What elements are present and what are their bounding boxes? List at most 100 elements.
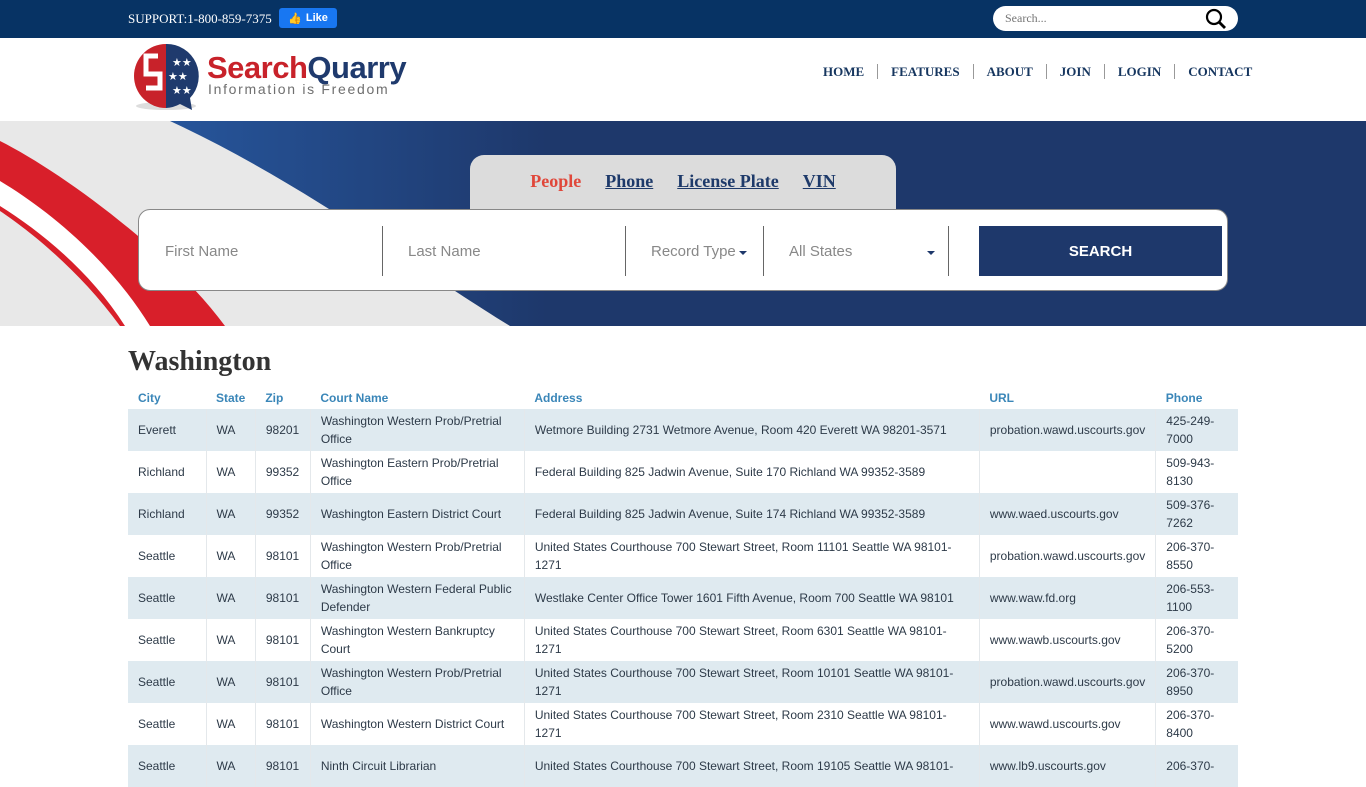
address-cell: United States Courthouse 700 Stewart Str…	[524, 745, 980, 787]
state-cell: WA	[206, 493, 256, 535]
table-row: Richland WA 99352 Washington Eastern Distri…	[128, 493, 1238, 535]
zip-cell: 99352	[255, 451, 311, 493]
url-cell[interactable]: www.wawd.uscourts.gov	[979, 703, 1157, 745]
column-header-state: State	[216, 391, 246, 405]
table-row: Richland WA 99352 Washington Eastern Prob/P…	[128, 451, 1238, 493]
divider	[948, 226, 949, 276]
facebook-like-button[interactable]: 👍 Like	[279, 8, 337, 28]
state-cell: WA	[206, 661, 256, 703]
address-cell: United States Courthouse 700 Stewart Str…	[524, 535, 980, 577]
city-cell: Richland	[128, 451, 207, 493]
zip-cell: 98101	[255, 703, 311, 745]
like-label: Like	[305, 12, 328, 24]
table-row: Seattle WA 98101 Washington Western Prob/Pr…	[128, 661, 1238, 703]
caret-down-icon	[927, 250, 935, 255]
zip-cell: 98201	[255, 409, 311, 451]
courts-table: City State Zip Court Name Address URL Ph…	[128, 387, 1238, 787]
phone-cell: 206-370-5200	[1166, 624, 1215, 656]
main-nav: HOME FEATURES ABOUT JOIN LOGIN CONTACT	[810, 64, 1252, 79]
record-type-label: Record Type	[651, 242, 736, 260]
state-cell: WA	[206, 619, 256, 661]
court-name-cell: Washington Western Bankruptcy Court	[310, 619, 525, 661]
site-search-input[interactable]	[1005, 9, 1195, 28]
column-header-address: Address	[534, 391, 583, 405]
url-cell[interactable]: probation.wawd.uscourts.gov	[979, 535, 1157, 577]
address-cell: Westlake Center Office Tower 1601 Fifth …	[524, 577, 980, 619]
table-row: Seattle WA 98101 Washington Western Bankrup…	[128, 619, 1238, 661]
table-row: Seattle WA 98101 Washington Western Federal…	[128, 577, 1238, 619]
state-select[interactable]: All States	[789, 226, 935, 276]
city-cell: Seattle	[128, 619, 207, 661]
url-cell[interactable]: probation.wawd.uscourts.gov	[979, 409, 1157, 451]
page-title: Washington	[128, 346, 272, 377]
search-button[interactable]: SEARCH	[979, 226, 1222, 276]
address-cell: United States Courthouse 700 Stewart Str…	[524, 661, 980, 703]
search-type-tabs: People Phone License Plate VIN	[470, 155, 896, 210]
tab-people[interactable]: People	[530, 171, 581, 210]
svg-text:★★: ★★	[172, 85, 192, 97]
phone-cell: 206-370-	[1155, 745, 1238, 787]
last-name-input[interactable]: Last Name	[408, 226, 623, 276]
url-cell[interactable]: www.waed.uscourts.gov	[979, 493, 1157, 535]
support-phone: SUPPORT:1-800-859-7375	[128, 11, 272, 26]
nav-about[interactable]: ABOUT	[974, 64, 1047, 79]
city-cell: Seattle	[128, 661, 207, 703]
logo-tagline: Information is Freedom	[208, 81, 390, 97]
nav-login[interactable]: LOGIN	[1105, 64, 1176, 79]
court-name-cell: Washington Western District Court	[310, 703, 525, 745]
search-icon[interactable]	[1204, 8, 1228, 30]
court-name-cell: Washington Western Federal Public Defend…	[310, 577, 525, 619]
court-name-cell: Washington Western Prob/Pretrial Office	[310, 661, 525, 703]
state-cell: WA	[206, 577, 256, 619]
city-cell: Seattle	[128, 703, 207, 745]
state-cell: WA	[206, 745, 256, 787]
divider	[382, 226, 383, 276]
state-label: All States	[789, 242, 853, 260]
court-name-cell: Washington Eastern District Court	[310, 493, 525, 535]
address-cell: Federal Building 825 Jadwin Avenue, Suit…	[524, 451, 980, 493]
court-name-cell: Washington Western Prob/Pretrial Office	[310, 535, 525, 577]
state-cell: WA	[206, 451, 256, 493]
nav-contact[interactable]: CONTACT	[1175, 64, 1252, 79]
table-row: Seattle WA 98101 Washington Western Distric…	[128, 703, 1238, 745]
city-cell: Everett	[128, 409, 207, 451]
state-cell: WA	[206, 535, 256, 577]
address-cell: United States Courthouse 700 Stewart Str…	[524, 703, 980, 745]
table-row: Everett WA 98201 Washington Western Prob/Pr…	[128, 409, 1238, 451]
column-header-zip: Zip	[265, 391, 284, 405]
table-header-row: City State Zip Court Name Address URL Ph…	[128, 387, 1238, 409]
phone-cell: 206-370-8950	[1155, 661, 1238, 703]
site-search	[993, 6, 1238, 31]
address-cell: Wetmore Building 2731 Wetmore Avenue, Ro…	[524, 409, 980, 451]
tab-vin[interactable]: VIN	[803, 171, 836, 210]
column-header-url: URL	[989, 391, 1015, 405]
url-cell[interactable]: www.waw.fd.org	[979, 577, 1157, 619]
record-type-select[interactable]: Record Type	[651, 226, 766, 276]
address-cell: Federal Building 825 Jadwin Avenue, Suit…	[524, 493, 980, 535]
caret-down-icon	[738, 250, 747, 255]
phone-cell: 206-553-1100	[1155, 577, 1238, 619]
tab-license-plate[interactable]: License Plate	[677, 171, 778, 210]
url-cell[interactable]: www.wawb.uscourts.gov	[979, 619, 1157, 661]
zip-cell: 99352	[255, 493, 311, 535]
zip-cell: 98101	[255, 619, 311, 661]
nav-home[interactable]: HOME	[810, 64, 879, 79]
thumbs-up-icon: 👍	[288, 12, 302, 25]
column-header-court-name: Court Name	[320, 391, 389, 405]
phone-cell: 425-249-7000	[1155, 409, 1238, 451]
url-cell[interactable]: probation.wawd.uscourts.gov	[979, 661, 1157, 703]
first-name-input[interactable]: First Name	[165, 226, 380, 276]
url-cell[interactable]: www.lb9.uscourts.gov	[979, 745, 1157, 787]
url-cell	[979, 451, 1157, 493]
nav-join[interactable]: JOIN	[1047, 64, 1105, 79]
state-cell: WA	[206, 703, 256, 745]
table-row: Seattle WA 98101 Washington Western Prob/Pr…	[128, 535, 1238, 577]
tab-phone[interactable]: Phone	[605, 171, 653, 210]
phone-cell: 206-370-8550	[1166, 540, 1215, 572]
svg-text:★★: ★★	[168, 71, 188, 83]
city-cell: Seattle	[128, 535, 207, 577]
svg-text:★★: ★★	[172, 57, 192, 69]
zip-cell: 98101	[255, 745, 311, 787]
nav-features[interactable]: FEATURES	[878, 64, 974, 79]
zip-cell: 98101	[255, 661, 311, 703]
